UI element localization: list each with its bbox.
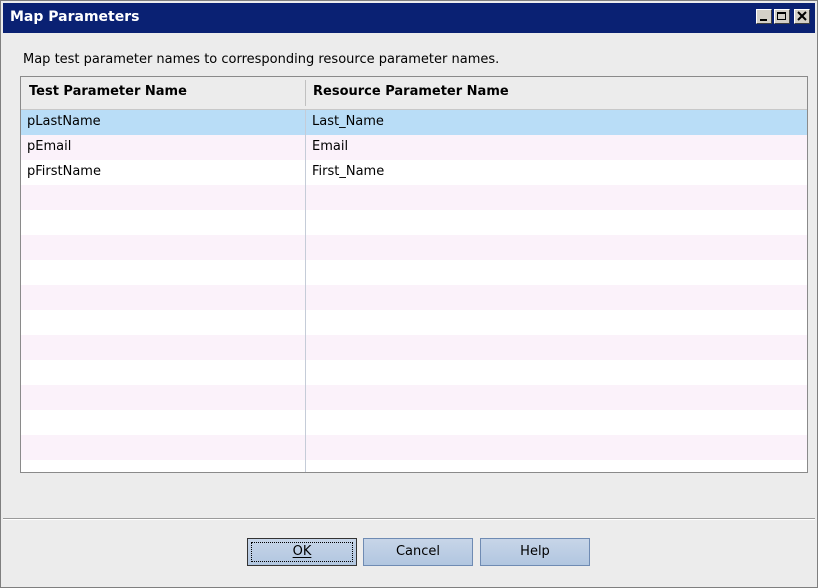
empty-row: [21, 360, 807, 385]
window-title: Map Parameters: [10, 9, 140, 25]
minimize-button[interactable]: [756, 9, 772, 24]
column-header-divider[interactable]: [305, 80, 306, 106]
help-button[interactable]: Help: [480, 538, 590, 566]
empty-row: [21, 260, 807, 285]
maximize-button[interactable]: [774, 9, 790, 24]
empty-row: [21, 235, 807, 260]
empty-row: [21, 385, 807, 410]
empty-row: [21, 410, 807, 435]
empty-row: [21, 335, 807, 360]
empty-row: [21, 435, 807, 460]
footer-divider: [3, 518, 815, 520]
minimize-icon: [760, 19, 767, 21]
ok-button[interactable]: OK: [247, 538, 357, 566]
maximize-icon: [777, 12, 786, 20]
table-body: pLastName Last_Name pEmail Email pFirstN…: [21, 110, 807, 472]
close-icon: [797, 11, 807, 21]
parameter-table[interactable]: Test Parameter Name Resource Parameter N…: [20, 76, 808, 473]
resource-parameter-cell[interactable]: Email: [312, 139, 348, 154]
cancel-button-label: Cancel: [395, 544, 441, 559]
empty-row: [21, 210, 807, 235]
resource-parameter-cell[interactable]: Last_Name: [312, 114, 384, 129]
table-row[interactable]: pEmail Email: [21, 135, 807, 160]
help-button-label: Help: [520, 544, 550, 559]
title-bar[interactable]: Map Parameters: [3, 3, 815, 33]
table-header: Test Parameter Name Resource Parameter N…: [21, 77, 807, 110]
column-header-resource-parameter-name[interactable]: Resource Parameter Name: [313, 84, 509, 99]
empty-row: [21, 310, 807, 335]
test-parameter-cell[interactable]: pFirstName: [27, 164, 101, 179]
empty-row: [21, 185, 807, 210]
empty-row: [21, 460, 807, 472]
close-button[interactable]: [794, 9, 810, 24]
ok-button-label: OK: [292, 544, 312, 559]
resource-parameter-cell[interactable]: First_Name: [312, 164, 384, 179]
instruction-text: Map test parameter names to correspondin…: [23, 52, 500, 67]
table-row[interactable]: pLastName Last_Name: [21, 110, 807, 135]
column-divider: [305, 110, 306, 472]
test-parameter-cell[interactable]: pLastName: [27, 114, 101, 129]
column-header-test-parameter-name[interactable]: Test Parameter Name: [29, 84, 187, 99]
table-row[interactable]: pFirstName First_Name: [21, 160, 807, 185]
cancel-button[interactable]: Cancel: [363, 538, 473, 566]
map-parameters-dialog: Map Parameters Map test parameter names …: [0, 0, 818, 588]
empty-row: [21, 285, 807, 310]
test-parameter-cell[interactable]: pEmail: [27, 139, 71, 154]
